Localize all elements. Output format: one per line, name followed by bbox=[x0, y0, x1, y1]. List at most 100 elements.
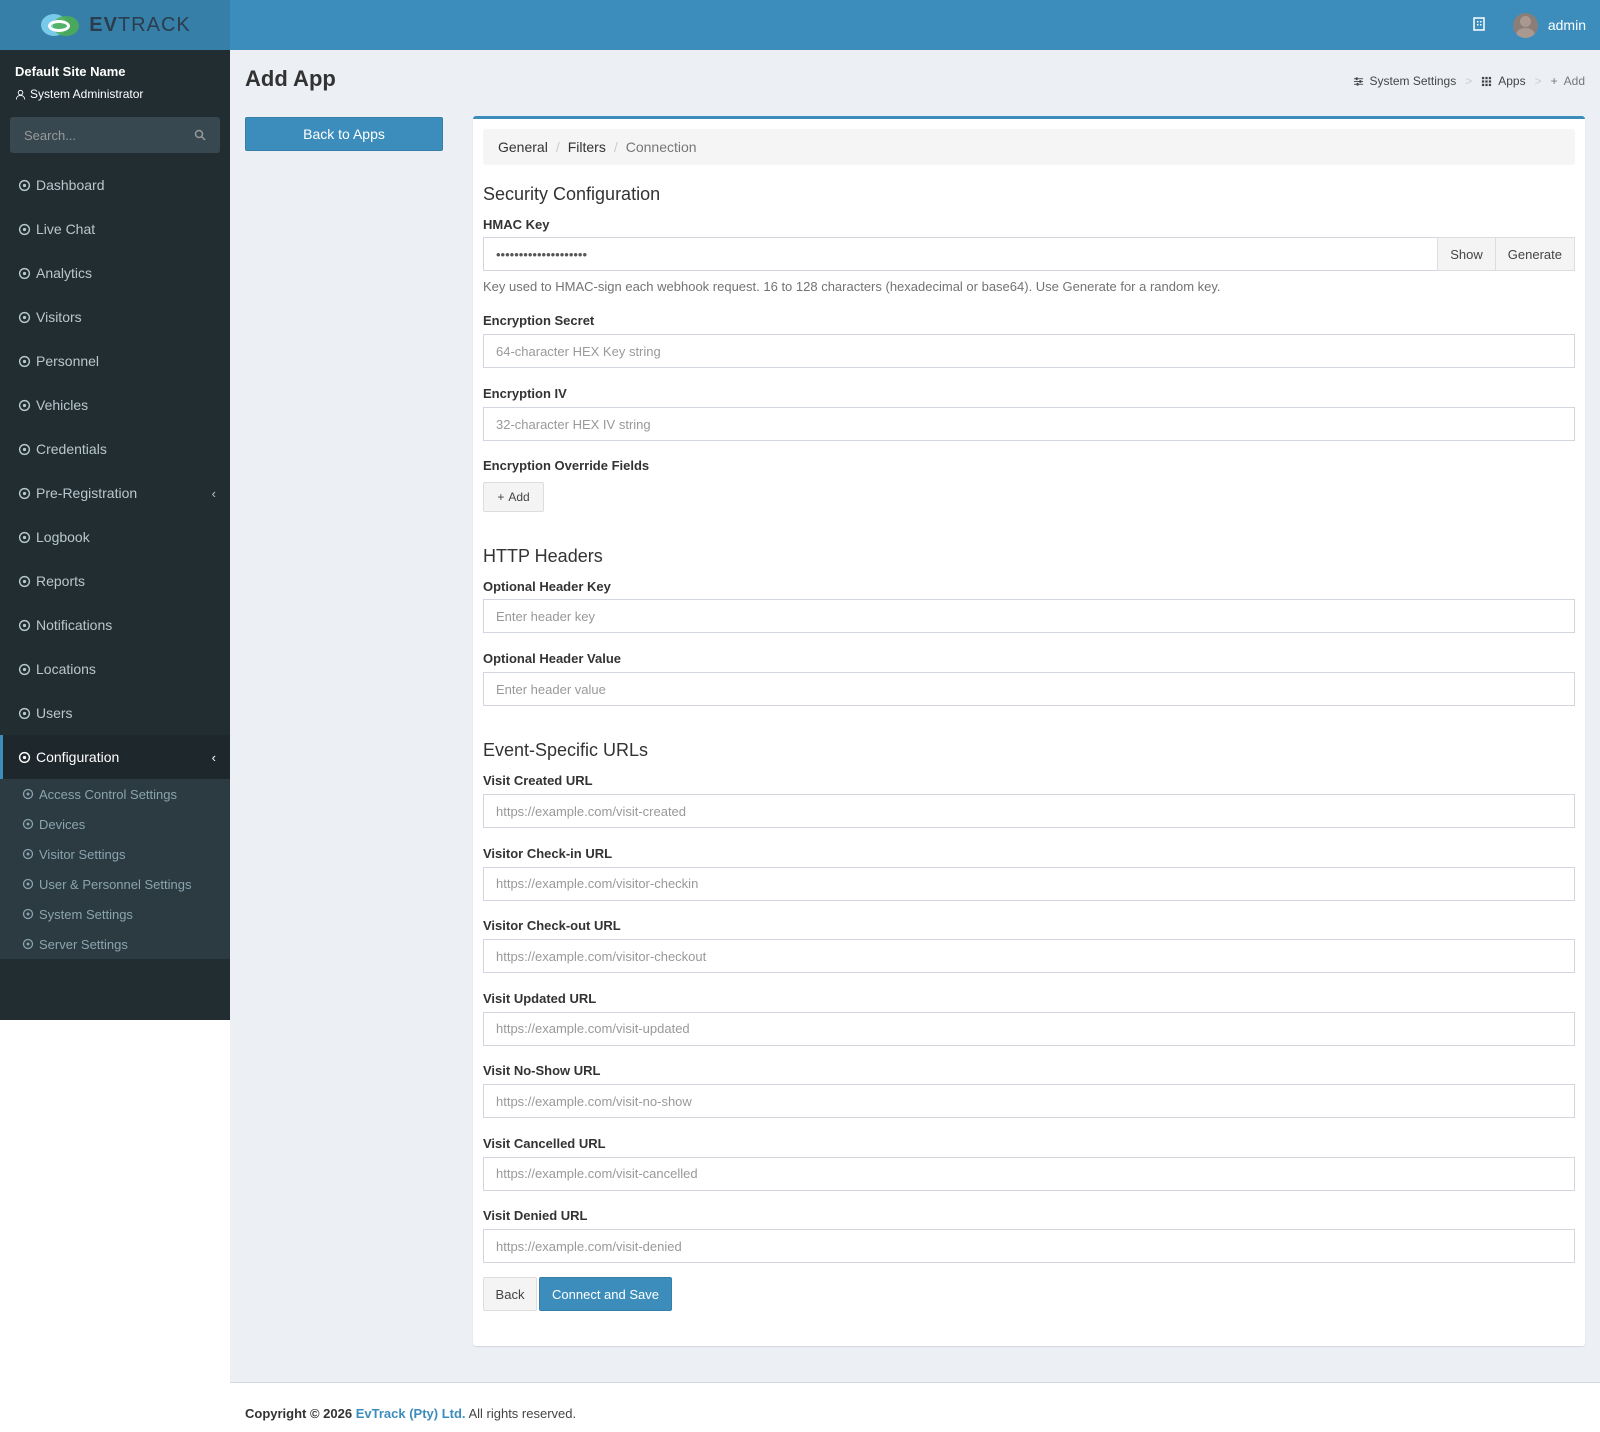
sidebar-item-dashboard[interactable]: Dashboard bbox=[0, 163, 230, 207]
building-icon[interactable] bbox=[1473, 16, 1485, 34]
submenu-item-system-settings[interactable]: System Settings bbox=[0, 899, 230, 929]
sidebar-item-configuration[interactable]: Configuration ‹ bbox=[0, 735, 230, 779]
connect-and-save-button[interactable]: Connect and Save bbox=[539, 1277, 672, 1311]
sidebar-item-credentials[interactable]: Credentials bbox=[0, 427, 230, 471]
car-icon bbox=[18, 399, 36, 412]
sidebar-item-label: Pre-Registration bbox=[36, 485, 138, 501]
breadcrumb: System Settings > Apps > + Add bbox=[1353, 74, 1585, 88]
encryption-iv-label: Encryption IV bbox=[483, 386, 567, 401]
submenu-item-label: Server Settings bbox=[39, 936, 128, 952]
show-key-button[interactable]: Show bbox=[1437, 237, 1496, 271]
plus-icon: + bbox=[497, 490, 505, 504]
sidebar-item-users[interactable]: Users bbox=[0, 691, 230, 735]
encryption-secret-field[interactable] bbox=[483, 334, 1575, 368]
header-key-label: Optional Header Key bbox=[483, 579, 611, 594]
submenu-item-label: Visitor Settings bbox=[39, 846, 126, 862]
user-gear-icon bbox=[18, 355, 36, 368]
sidebar-item-label: Reports bbox=[36, 573, 86, 589]
page-title: Add App bbox=[245, 66, 336, 91]
hmac-key-label: HMAC Key bbox=[483, 217, 550, 232]
sidebar-item-label: Locations bbox=[36, 661, 96, 677]
event-url-field[interactable] bbox=[483, 1011, 1575, 1046]
event-url-field[interactable] bbox=[483, 1156, 1575, 1191]
submenu-item-visitor-settings[interactable]: Visitor Settings bbox=[0, 839, 230, 869]
hmac-key-input[interactable] bbox=[483, 237, 1439, 271]
sidebar-item-locations[interactable]: Locations bbox=[0, 647, 230, 691]
sidebar-item-pre-registration[interactable]: Pre-Registration ‹ bbox=[0, 471, 230, 515]
sidebar-item-label: Users bbox=[36, 705, 73, 721]
sidebar-item-label: Visitors bbox=[36, 309, 82, 325]
sidebar-item-label: Logbook bbox=[36, 529, 90, 545]
add-override-field-button[interactable]: + Add bbox=[483, 482, 544, 512]
grid-icon bbox=[1482, 76, 1492, 86]
sidebar-item-reports[interactable]: Reports bbox=[0, 559, 230, 603]
event-url-label: Visit Denied URL bbox=[483, 1208, 588, 1223]
logo-text-light: TRACK bbox=[117, 13, 191, 36]
event-url-field[interactable] bbox=[483, 1229, 1575, 1263]
breadcrumb-system-settings[interactable]: System Settings bbox=[1370, 74, 1457, 88]
sidebar-item-analytics[interactable]: Analytics bbox=[0, 251, 230, 295]
submenu-item-label: User & Personnel Settings bbox=[39, 876, 192, 892]
chevron-left-icon: ‹ bbox=[211, 749, 216, 765]
target-icon bbox=[18, 267, 36, 280]
sidebar: Default Site Name System Administrator S… bbox=[0, 50, 230, 1020]
event-url-label: Visit Created URL bbox=[483, 773, 593, 788]
wrench-icon bbox=[22, 938, 39, 950]
step-filters[interactable]: Filters bbox=[568, 139, 606, 155]
eye-icon bbox=[18, 311, 36, 324]
sidebar-item-live-chat[interactable]: Live Chat bbox=[0, 207, 230, 251]
event-url-field[interactable] bbox=[483, 794, 1575, 828]
submenu-item-label: Devices bbox=[39, 816, 86, 832]
sidebar-item-personnel[interactable]: Personnel bbox=[0, 339, 230, 383]
footer: Copyright © 2026 EvTrack (Pty) Ltd. All … bbox=[230, 1382, 1600, 1432]
submenu-item-devices[interactable]: Devices bbox=[0, 809, 230, 839]
sidebar-item-visitors[interactable]: Visitors bbox=[0, 295, 230, 339]
logo-text: EVTRACK bbox=[89, 14, 190, 37]
step-general[interactable]: General bbox=[498, 139, 548, 155]
user-icon bbox=[15, 89, 26, 100]
event-url-label: Visitor Check-out URL bbox=[483, 918, 621, 933]
user-menu[interactable]: admin bbox=[1512, 12, 1586, 38]
avatar bbox=[1512, 12, 1538, 38]
submenu-item-server-settings[interactable]: Server Settings bbox=[0, 929, 230, 959]
company-link[interactable]: EvTrack (Pty) Ltd. bbox=[356, 1406, 466, 1421]
sidebar-item-label: Personnel bbox=[36, 353, 100, 369]
user-role-label: System Administrator bbox=[30, 87, 144, 101]
security-heading: Security Configuration bbox=[483, 184, 661, 204]
hmac-key-group: Show Generate bbox=[483, 237, 1575, 271]
sidebar-item-logbook[interactable]: Logbook bbox=[0, 515, 230, 559]
event-urls-heading: Event-Specific URLs bbox=[483, 740, 649, 760]
sidebar-item-vehicles[interactable]: Vehicles bbox=[0, 383, 230, 427]
event-url-field[interactable] bbox=[483, 1084, 1575, 1118]
top-navbar: EVTRACK admin bbox=[0, 0, 1600, 50]
sidebar-item-label: Configuration bbox=[36, 749, 120, 765]
submenu-item-user-personnel-settings[interactable]: User & Personnel Settings bbox=[0, 869, 230, 899]
sidebar-item-label: Vehicles bbox=[36, 397, 89, 413]
submenu-item-label: Access Control Settings bbox=[39, 786, 178, 802]
override-fields-label: Encryption Override Fields bbox=[483, 458, 650, 473]
user-role: System Administrator bbox=[15, 87, 215, 101]
gauge-icon bbox=[18, 179, 36, 192]
header-value-field[interactable] bbox=[483, 672, 1575, 706]
sidebar-item-label: Dashboard bbox=[36, 177, 105, 193]
encryption-secret-label: Encryption Secret bbox=[483, 313, 595, 328]
submenu-item-access-control-settings[interactable]: Access Control Settings bbox=[0, 779, 230, 809]
logo[interactable]: EVTRACK bbox=[0, 0, 230, 50]
sidebar-item-notifications[interactable]: Notifications bbox=[0, 603, 230, 647]
sidebar-search[interactable]: Search... bbox=[10, 117, 220, 153]
sidebar-item-label: Credentials bbox=[36, 441, 107, 457]
encryption-iv-field[interactable] bbox=[483, 407, 1575, 441]
event-url-field[interactable] bbox=[483, 939, 1575, 973]
back-button[interactable]: Back bbox=[483, 1277, 537, 1311]
header-key-field[interactable] bbox=[483, 599, 1575, 633]
book-icon bbox=[18, 531, 36, 544]
header-value-label: Optional Header Value bbox=[483, 651, 621, 666]
event-url-field[interactable] bbox=[483, 866, 1575, 901]
breadcrumb-apps[interactable]: Apps bbox=[1498, 74, 1525, 88]
event-url-label: Visitor Check-in URL bbox=[483, 845, 613, 861]
search-input[interactable]: Search... bbox=[24, 128, 76, 143]
generate-key-button[interactable]: Generate bbox=[1494, 237, 1575, 271]
search-icon[interactable] bbox=[194, 129, 206, 141]
logo-text-strong: EV bbox=[89, 13, 118, 36]
back-to-apps-button[interactable]: Back to Apps bbox=[245, 117, 443, 151]
